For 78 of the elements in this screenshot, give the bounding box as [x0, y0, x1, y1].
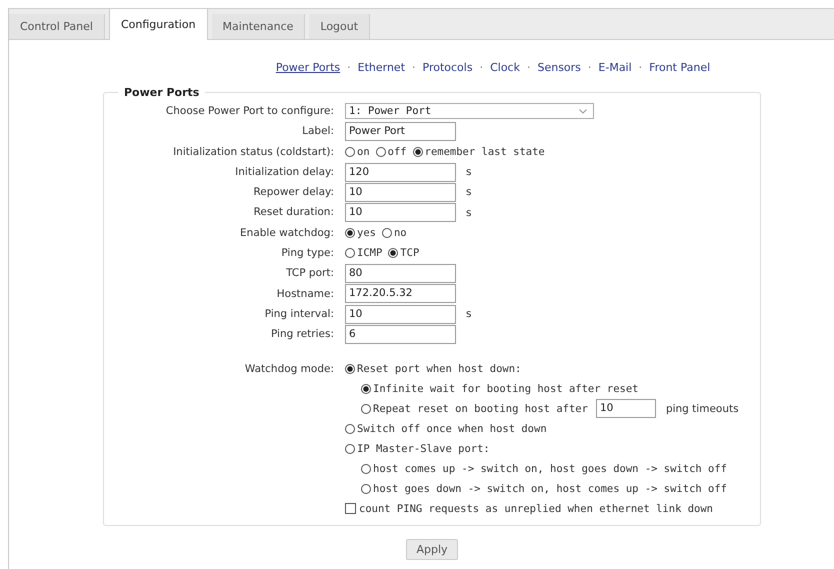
unit-label: s [466, 186, 472, 198]
radio-button[interactable] [382, 228, 392, 238]
chevron-icon [579, 108, 587, 114]
field-label: Label: [301, 124, 334, 140]
nav-link[interactable]: Power Ports [276, 61, 340, 74]
nav-link[interactable]: Sensors [537, 61, 581, 74]
input-field[interactable]: 10 [345, 304, 456, 324]
nav-link[interactable]: Clock [490, 61, 520, 74]
tab[interactable]: Maintenance [212, 14, 306, 39]
separator-dot: · [588, 61, 592, 74]
unit-label: s [466, 308, 472, 320]
radio-button[interactable] [345, 228, 355, 238]
field-label: Initialization status (coldstart): [172, 144, 334, 160]
input-field[interactable]: 80 [345, 264, 456, 284]
option-label: Reset port when host down: [357, 362, 522, 375]
option-label: yes [357, 226, 376, 239]
radio-button[interactable] [412, 146, 423, 157]
nav-link[interactable]: E-Mail [598, 61, 632, 74]
field-label: Repower delay: [252, 185, 334, 200]
separator-dot: · [480, 61, 484, 74]
separator-dot: · [347, 61, 351, 74]
input-field[interactable]: 120 [345, 162, 456, 182]
apply-button[interactable]: Apply [406, 538, 458, 560]
input-field[interactable]: Power Port [345, 122, 456, 141]
option-label: Infinite wait for booting host after reset [373, 382, 639, 395]
option-label: ICMP [357, 247, 382, 260]
option-label: remember last state [424, 146, 545, 158]
option-label: host goes down -> switch on, host comes up -> switch off [373, 482, 728, 495]
port-dropdown[interactable]: 1: Power Port [345, 103, 594, 120]
option-label: IP Master-Slave port: [357, 442, 490, 455]
tab[interactable]: Logout [309, 14, 370, 39]
radio-button[interactable] [345, 146, 355, 157]
field-label: Enable watchdog: [239, 226, 334, 241]
separator-dot: · [638, 61, 642, 74]
radio-button[interactable] [361, 484, 371, 494]
option-label: TCP [400, 247, 420, 260]
radio-button[interactable] [361, 384, 371, 394]
option-label: off [388, 146, 407, 158]
field-label: Ping interval: [264, 306, 334, 322]
radio-button[interactable] [361, 404, 371, 414]
field-label: Hostname: [276, 286, 334, 302]
checkbox[interactable] [345, 503, 356, 514]
radio-button[interactable] [376, 146, 386, 157]
field-label: Watchdog mode: [244, 362, 334, 377]
field-label: Choose Power Port to configure: [164, 104, 334, 119]
input-field[interactable]: 172.20.5.32 [345, 284, 456, 304]
input-field[interactable]: 10 [345, 203, 456, 222]
radio-button[interactable] [345, 444, 355, 454]
input-field[interactable]: 10 [596, 399, 656, 418]
radio-button[interactable] [345, 364, 355, 374]
unit-label: s [466, 166, 472, 178]
option-label: on [357, 146, 370, 158]
field-label: Ping retries: [270, 327, 334, 342]
option-label: Repeat reset on booting host after [373, 402, 588, 415]
unit-label: s [466, 206, 472, 219]
tab[interactable]: Configuration [108, 9, 208, 40]
unit-label: ping timeouts [666, 402, 739, 415]
field-label: TCP port: [285, 266, 334, 282]
option-label: Switch off once when host down [357, 422, 547, 435]
separator-dot: · [412, 61, 416, 74]
field-label: Initialization delay: [234, 164, 334, 180]
radio-button[interactable] [388, 248, 398, 258]
field-label: Reset duration: [252, 205, 334, 220]
nav-link[interactable]: Ethernet [358, 61, 406, 74]
radio-button[interactable] [345, 424, 355, 434]
panel-title: Power Ports [123, 86, 200, 99]
option-label: host comes up -> switch on, host goes down -> switch off [373, 462, 728, 475]
option-label: no [394, 226, 407, 239]
separator-dot: · [526, 61, 530, 74]
radio-button[interactable] [345, 248, 355, 258]
radio-button[interactable] [361, 464, 371, 474]
input-field[interactable]: 6 [345, 324, 456, 344]
field-label: Ping type: [280, 246, 334, 262]
nav-link[interactable]: Front Panel [649, 61, 710, 74]
nav-link[interactable]: Protocols [422, 61, 473, 74]
tab[interactable]: Control Panel [9, 14, 105, 39]
checkbox-label: count PING requests as unreplied when ethernet link down [359, 502, 714, 515]
input-field[interactable]: 10 [345, 182, 456, 202]
